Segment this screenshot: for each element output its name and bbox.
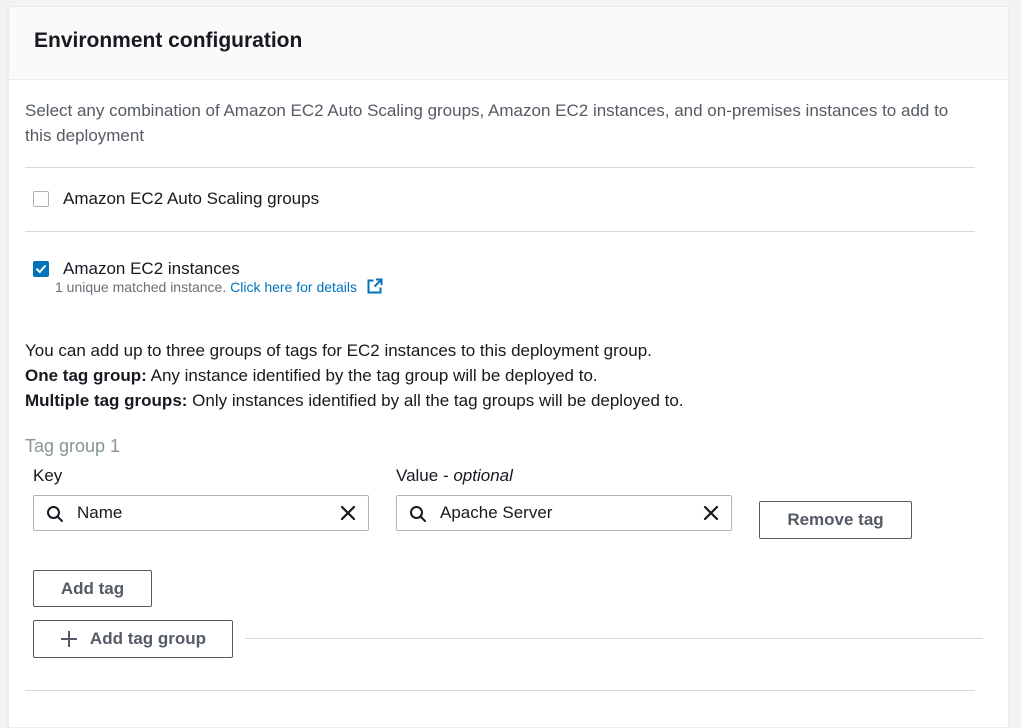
key-label: Key (33, 466, 63, 485)
panel-description: Select any combination of Amazon EC2 Aut… (25, 101, 949, 145)
add-tag-group-button[interactable]: Add tag group (33, 620, 233, 658)
key-input[interactable]: Name (33, 495, 369, 531)
tag-groups-info: You can add up to three groups of tags f… (25, 338, 684, 413)
info-multi-tag-line: Multiple tag groups: Only instances iden… (25, 388, 684, 413)
matched-count: 1 unique matched instance. (55, 279, 227, 295)
add-tag-button[interactable]: Add tag (33, 570, 152, 607)
divider (25, 167, 975, 168)
divider (25, 231, 975, 232)
external-link-icon[interactable] (367, 278, 383, 294)
multi-tag-label: Multiple tag groups: (25, 391, 188, 410)
value-label: Value - optional (396, 466, 513, 486)
panel-title: Environment configuration (34, 29, 303, 52)
clear-icon[interactable] (703, 505, 719, 521)
one-tag-label: One tag group: (25, 366, 147, 385)
one-tag-text: Any instance identified by the tag group… (146, 366, 598, 385)
asg-checkbox[interactable] (33, 191, 49, 207)
clear-icon[interactable] (340, 505, 356, 521)
key-input-value[interactable]: Name (77, 503, 122, 523)
add-tag-group-label[interactable]: Add tag group (90, 629, 206, 649)
value-input[interactable]: Apache Server (396, 495, 732, 531)
matched-instances-text: 1 unique matched instance. Click here fo… (55, 278, 383, 295)
multi-tag-text: Only instances identified by all the tag… (187, 391, 684, 410)
plus-icon (60, 631, 77, 647)
tag-group-title: Tag group 1 (25, 436, 121, 456)
panel-header: Environment configuration (9, 7, 1008, 80)
remove-tag-button[interactable]: Remove tag (759, 501, 912, 539)
ec2-instances-label[interactable]: Amazon EC2 instances (63, 259, 240, 279)
value-label-text: Value - (396, 466, 454, 485)
optional-label: optional (453, 466, 513, 485)
checkmark-icon (36, 265, 46, 273)
search-icon (47, 506, 63, 522)
asg-label[interactable]: Amazon EC2 Auto Scaling groups (63, 189, 319, 209)
search-icon (410, 506, 426, 522)
ec2-instances-checkbox[interactable] (33, 261, 49, 277)
value-input-value[interactable]: Apache Server (440, 503, 552, 523)
divider (25, 690, 975, 691)
info-one-tag-line: One tag group: Any instance identified b… (25, 363, 684, 388)
details-link[interactable]: Click here for details (230, 279, 357, 295)
divider (245, 638, 983, 639)
info-line: You can add up to three groups of tags f… (25, 341, 652, 360)
